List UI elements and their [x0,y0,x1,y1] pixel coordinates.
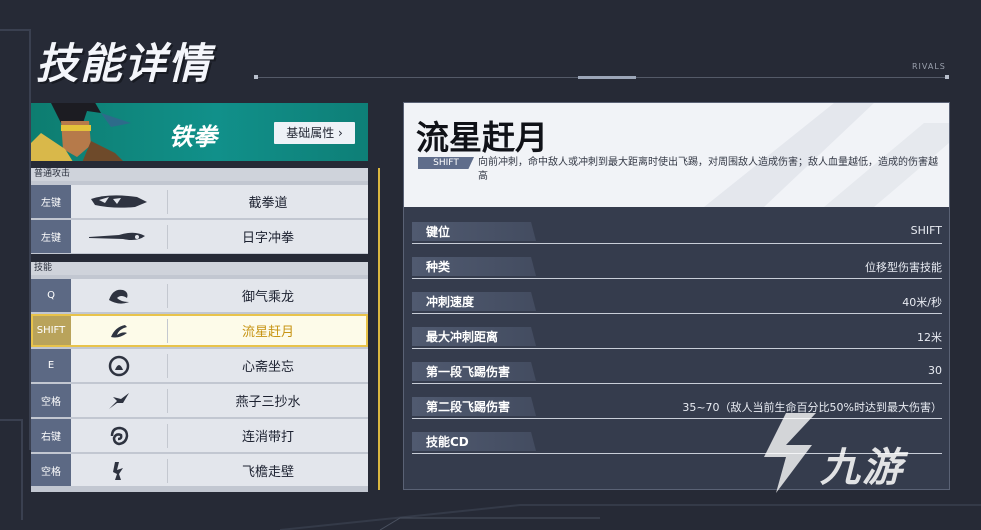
dragon-icon [71,279,167,312]
stat-value: 12米 [917,331,942,344]
stat-row-key: 键位 SHIFT [412,221,942,245]
skill-name: 飞檐走壁 [241,465,294,480]
page-title: 技能详情 [36,39,213,88]
stat-label: 第一段飞踢伤害 [426,365,511,379]
stat-divider [412,313,942,314]
skill-key: SHIFT [31,314,71,347]
skill-name: 日字冲拳 [241,231,294,246]
skill-key: 右键 [31,419,71,452]
section-title: 技能 [31,262,368,275]
skill-key: E [31,349,71,382]
skill-row-swallow-leap[interactable]: 空格 燕子三抄水 [31,384,368,417]
skill-name: 连消带打 [241,430,294,445]
base-attributes-button[interactable]: 基础属性 › [274,122,355,144]
stat-row-max-distance: 最大冲刺距离 12米 [412,326,942,350]
list-footer [31,486,368,492]
skill-name: 心斋坐忘 [241,360,294,375]
skill-row-jeet-kune-do[interactable]: 左键 截拳道 [31,185,368,218]
skill-key: 左键 [31,220,71,253]
stat-value: 40米/秒 [902,296,942,309]
skill-description: 向前冲刺，命中敌人或冲刺到最大距离时使出飞踢，对周围敌人造成伤害；敌人血量越低，… [478,157,938,182]
skill-key: 左键 [31,185,71,218]
watermark-text: 九游 [820,445,904,491]
skill-title: 流星赶月 [416,118,548,157]
wall-run-icon [71,454,167,487]
title-divider-accent [578,76,636,79]
normal-attack-section: 普通攻击 左键 截拳道 左键 日字冲拳 [31,168,368,254]
counter-strike-icon [71,419,167,452]
stat-row-type: 种类 位移型伤害技能 [412,256,942,280]
skill-row-meteor-chase-moon[interactable]: SHIFT 流星赶月 [31,314,368,347]
list-scrollbar[interactable] [378,168,380,490]
stat-row-first-kick-damage: 第一段飞踢伤害 30 [412,361,942,385]
meteor-kick-icon [71,314,167,347]
stat-label: 冲刺速度 [426,295,475,309]
meditation-icon [71,349,167,382]
skill-detail-header: 流星赶月 SHIFT 向前冲刺，命中敌人或冲刺到最大距离时使出飞踢，对周围敌人造… [404,103,949,207]
fist-strike-icon [71,185,167,218]
stat-row-dash-speed: 冲刺速度 40米/秒 [412,291,942,315]
key-badge: SHIFT [418,157,474,169]
skill-row-counter-strike[interactable]: 右键 连消带打 [31,419,368,452]
skill-row-meditation[interactable]: E 心斋坐忘 [31,349,368,382]
skills-section: 技能 Q 御气乘龙 SHIFT 流星赶月 E 心斋坐忘 空格 燕子三抄水 右键 [31,262,368,487]
hero-banner: 铁拳 基础属性 › [31,103,368,161]
skill-row-dragon-ride[interactable]: Q 御气乘龙 [31,279,368,312]
skill-name: 截拳道 [248,196,288,211]
stat-label: 种类 [426,260,451,274]
skill-key: 空格 [31,384,71,417]
skill-row-straight-punch[interactable]: 左键 日字冲拳 [31,220,368,253]
skill-row-wall-run[interactable]: 空格 飞檐走壁 [31,454,368,487]
divider-dot [945,75,949,79]
corner-tag: RIVALS [912,62,946,71]
divider-dot [254,75,258,79]
skill-name: 御气乘龙 [241,290,294,305]
skill-name: 燕子三抄水 [235,395,301,410]
skill-name: 流星赶月 [241,325,294,340]
skill-key: Q [31,279,71,312]
stat-label: 键位 [426,225,451,239]
hero-portrait-icon [31,103,131,161]
stat-value: 位移型伤害技能 [865,261,942,274]
stat-divider [412,348,942,349]
stat-divider [412,243,942,244]
stat-label: 最大冲刺距离 [426,330,499,344]
stat-value: 30 [928,364,942,377]
section-title: 普通攻击 [31,168,368,181]
stat-label: 技能CD [426,435,469,449]
stat-divider [412,278,942,279]
skill-key: 空格 [31,454,71,487]
stat-label: 第二段飞踢伤害 [426,400,511,414]
swallow-leap-icon [71,384,167,417]
hero-name: 铁拳 [169,123,217,151]
dash-punch-icon [71,220,167,253]
stat-value: SHIFT [910,224,942,237]
stat-divider [412,383,942,384]
